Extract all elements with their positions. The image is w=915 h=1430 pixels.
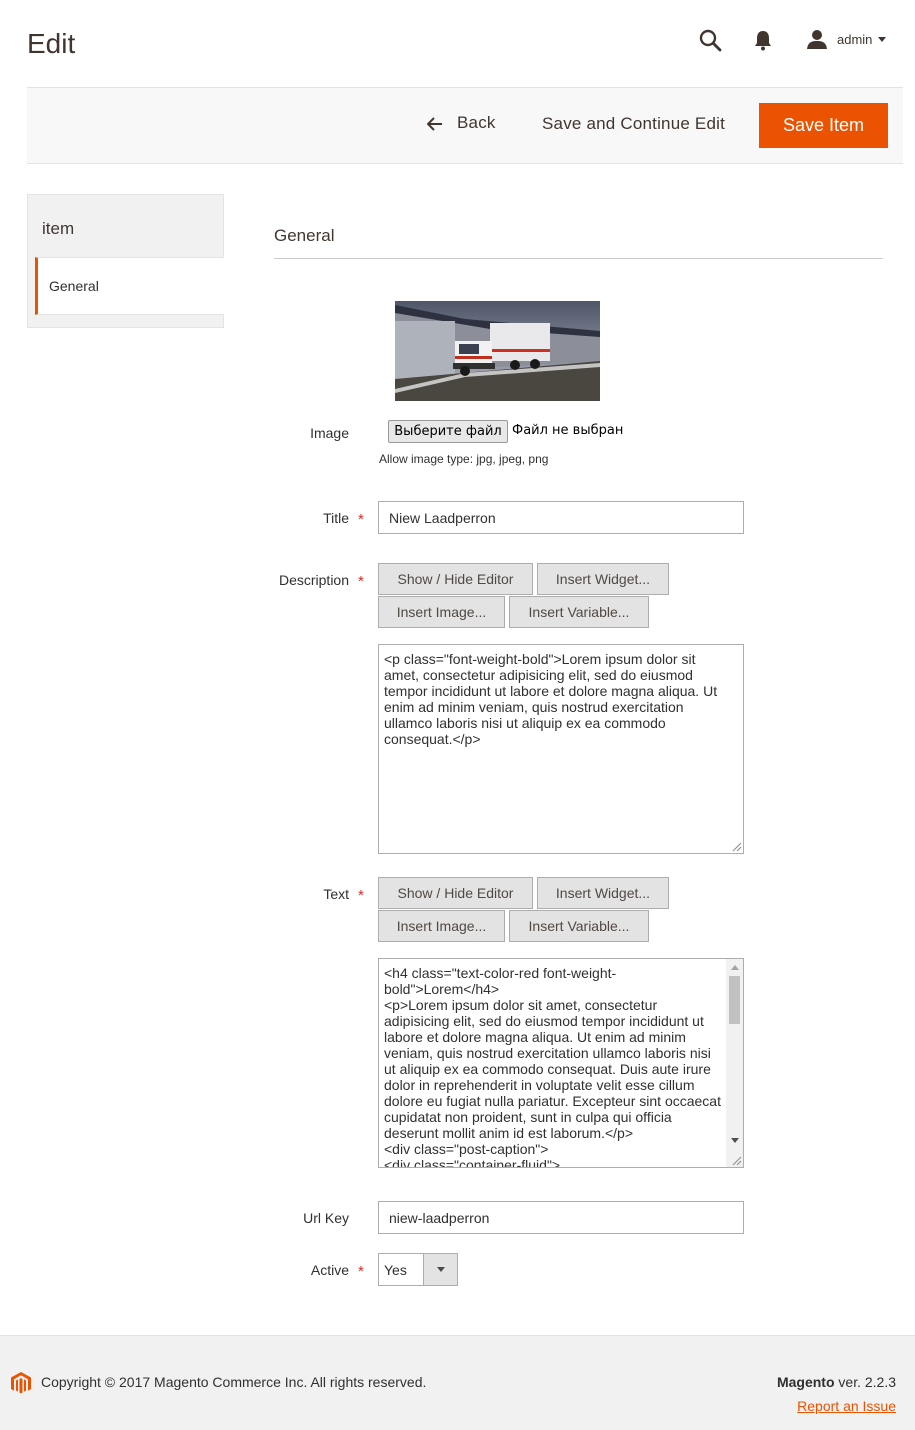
scroll-down-icon[interactable]	[731, 1138, 739, 1143]
user-icon	[806, 28, 828, 50]
chevron-down-icon	[878, 36, 887, 42]
save-and-continue-button[interactable]: Save and Continue Edit	[542, 114, 725, 134]
url-key-label: Url Key	[303, 1210, 349, 1226]
show-hide-editor-button[interactable]: Show / Hide Editor	[378, 877, 533, 909]
footer: Copyright © 2017 Magento Commerce Inc. A…	[0, 1335, 915, 1430]
version-info: Magento ver. 2.2.3	[777, 1374, 896, 1390]
choose-file-button[interactable]: Выберите файл	[388, 420, 508, 443]
description-label: Description	[278, 572, 349, 588]
back-label: Back	[457, 113, 496, 132]
report-issue-link[interactable]: Report an Issue	[797, 1398, 896, 1414]
text-textarea[interactable]: <h4 class="text-color-red font-weight-bo…	[378, 958, 744, 1168]
account-menu[interactable]: admin	[806, 27, 887, 51]
file-status: Файл не выбран	[512, 423, 624, 438]
insert-image-button[interactable]: Insert Image...	[378, 910, 505, 942]
scroll-thumb[interactable]	[729, 976, 740, 1024]
required-mark: *	[358, 573, 364, 590]
description-textarea[interactable]: <p class="font-weight-bold">Lorem ipsum …	[378, 644, 744, 854]
bell-icon[interactable]	[752, 29, 774, 51]
section-title: General	[274, 226, 335, 245]
insert-variable-button[interactable]: Insert Variable...	[509, 596, 649, 628]
sidebar-item-general[interactable]: General	[35, 257, 224, 315]
item-image-preview	[395, 301, 600, 401]
active-select-value: Yes	[384, 1262, 407, 1278]
insert-variable-button[interactable]: Insert Variable...	[509, 910, 649, 942]
search-icon[interactable]	[698, 28, 722, 52]
page-actions-bar: Back Save and Continue Edit Save Item	[27, 87, 903, 164]
title-label: Title	[323, 510, 349, 526]
description-text: <p class="font-weight-bold">Lorem ipsum …	[384, 651, 721, 747]
title-input[interactable]	[378, 501, 744, 534]
textarea-scrollbar[interactable]	[726, 959, 743, 1167]
user-name: admin	[837, 31, 873, 47]
magento-logo-icon	[10, 1371, 32, 1395]
text-content: <h4 class="text-color-red font-weight-bo…	[384, 965, 721, 1168]
page-title: Edit	[27, 28, 76, 59]
arrow-left-icon	[426, 116, 443, 131]
brand-name: Magento	[776, 1374, 835, 1390]
sidebar-title: item	[42, 219, 75, 238]
chevron-down-icon	[437, 1267, 445, 1272]
copyright-text: Copyright © 2017 Magento Commerce Inc. A…	[41, 1374, 427, 1390]
show-hide-editor-button[interactable]: Show / Hide Editor	[378, 563, 533, 595]
resize-grip-icon[interactable]	[732, 842, 742, 852]
image-type-note: Allow image type: jpg, jpeg, png	[379, 452, 549, 466]
scroll-up-icon[interactable]	[731, 965, 739, 970]
required-mark: *	[358, 887, 364, 904]
sidebar: item General	[27, 194, 224, 328]
sidebar-item-label: General	[49, 278, 99, 294]
text-label: Text	[323, 886, 349, 902]
active-select[interactable]: Yes	[378, 1253, 458, 1286]
save-item-button[interactable]: Save Item	[759, 103, 888, 148]
url-key-input[interactable]	[378, 1201, 744, 1234]
insert-widget-button[interactable]: Insert Widget...	[537, 877, 669, 909]
required-mark: *	[358, 511, 364, 528]
insert-widget-button[interactable]: Insert Widget...	[537, 563, 669, 595]
insert-image-button[interactable]: Insert Image...	[378, 596, 505, 628]
active-label: Active	[310, 1262, 349, 1278]
resize-grip-icon[interactable]	[732, 1156, 742, 1166]
required-mark: *	[358, 1263, 364, 1280]
select-arrow	[423, 1254, 457, 1285]
section-divider	[274, 258, 883, 259]
back-button[interactable]: Back	[426, 113, 496, 133]
version-number: ver. 2.2.3	[838, 1374, 896, 1390]
image-label: Image	[310, 425, 349, 441]
